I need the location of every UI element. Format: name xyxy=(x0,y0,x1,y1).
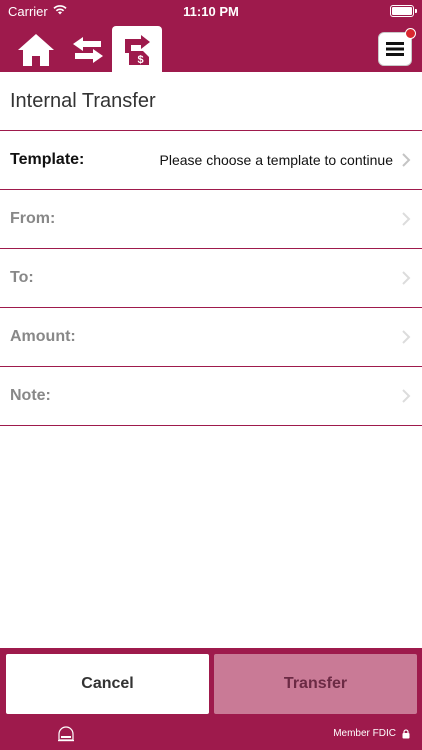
internal-transfer-screen: Carrier 11:10 PM $ Internal Transfer Tem… xyxy=(0,0,422,750)
page-title: Internal Transfer xyxy=(10,90,156,112)
bottom-bar: Cancel Transfer Member FDIC xyxy=(0,648,422,750)
transfer-button[interactable]: Transfer xyxy=(214,654,417,714)
note-label: Note: xyxy=(10,387,51,404)
bank-logo-icon xyxy=(58,726,74,742)
status-bar: Carrier 11:10 PM xyxy=(0,0,422,24)
fdic-notice: Member FDIC xyxy=(333,728,410,739)
cancel-button[interactable]: Cancel xyxy=(6,654,209,714)
template-value: Please choose a template to continue xyxy=(159,152,394,168)
to-label: To: xyxy=(10,269,34,286)
menu-button[interactable] xyxy=(378,28,416,66)
fdic-text: Member FDIC xyxy=(333,728,396,739)
chevron-right-icon xyxy=(402,212,411,226)
from-row[interactable]: From: xyxy=(0,190,422,248)
chevron-right-icon xyxy=(402,389,411,403)
clock: 11:10 PM xyxy=(183,4,239,19)
nav-internal-transfer-tab[interactable]: $ xyxy=(112,26,162,72)
top-bar: Carrier 11:10 PM $ xyxy=(0,0,422,72)
template-label: Template: xyxy=(10,151,85,168)
to-row[interactable]: To: xyxy=(0,249,422,307)
lock-icon xyxy=(402,728,410,738)
notification-dot xyxy=(405,28,416,39)
amount-row[interactable]: Amount: xyxy=(0,308,422,366)
template-row[interactable]: Template: Please choose a template to co… xyxy=(0,131,422,189)
from-label: From: xyxy=(10,210,56,227)
nav-transfers-button[interactable] xyxy=(66,28,110,72)
svg-text:$: $ xyxy=(138,54,144,66)
nav-home-button[interactable] xyxy=(14,28,58,72)
divider xyxy=(0,425,422,426)
chevron-right-icon xyxy=(402,330,411,344)
internal-transfer-icon: $ xyxy=(125,35,150,66)
transfer-arrows-icon xyxy=(73,37,103,63)
chevron-right-icon xyxy=(402,271,411,285)
battery-icon xyxy=(390,5,417,17)
menu-icon xyxy=(386,42,404,56)
note-row[interactable]: Note: xyxy=(0,367,422,425)
home-icon xyxy=(18,34,54,66)
amount-label: Amount: xyxy=(10,328,76,345)
chevron-right-icon xyxy=(402,153,411,167)
